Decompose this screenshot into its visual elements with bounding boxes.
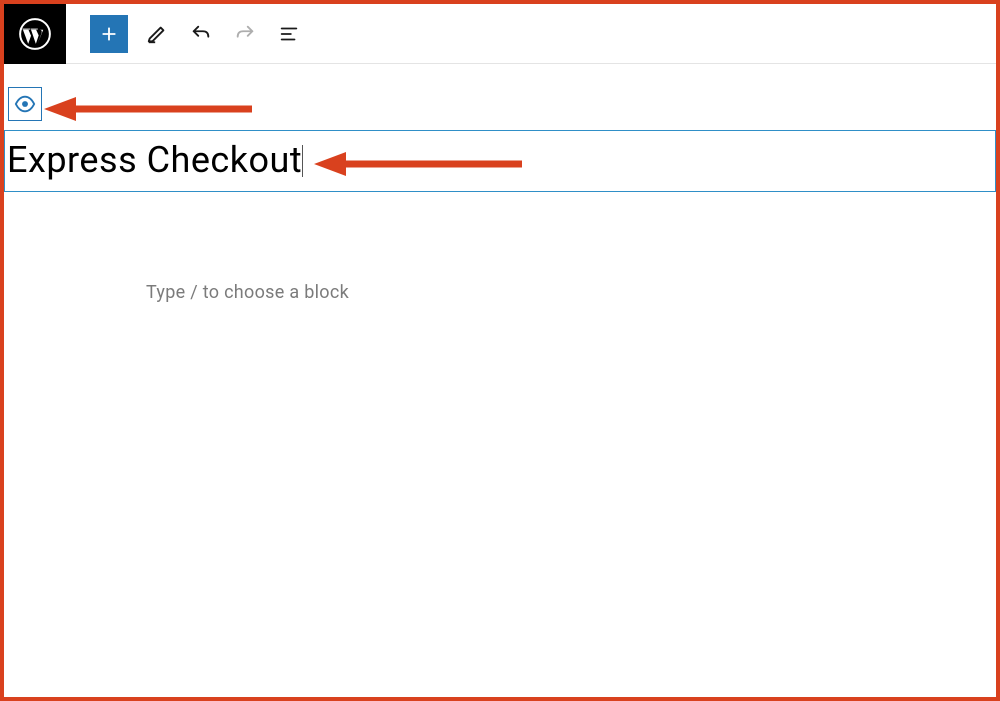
- tools-button[interactable]: [138, 15, 176, 53]
- outline-icon: [278, 23, 300, 45]
- block-placeholder: Type / to choose a block: [146, 282, 349, 303]
- content-area[interactable]: Type / to choose a block: [4, 192, 996, 303]
- plus-icon: [98, 23, 120, 45]
- add-block-button[interactable]: [90, 15, 128, 53]
- undo-icon: [190, 23, 212, 45]
- title-block[interactable]: Express Checkout: [4, 130, 996, 192]
- eye-icon: [14, 93, 36, 115]
- editor-frame: Express Checkout Type / to choose a bloc…: [0, 0, 1000, 701]
- redo-icon: [234, 23, 256, 45]
- undo-button[interactable]: [182, 15, 220, 53]
- redo-button[interactable]: [226, 15, 264, 53]
- visibility-row: [4, 84, 996, 124]
- pencil-icon: [146, 23, 168, 45]
- wordpress-logo-button[interactable]: [4, 4, 66, 64]
- wordpress-icon: [18, 17, 52, 51]
- top-toolbar: [4, 4, 996, 64]
- visibility-toggle[interactable]: [8, 87, 42, 121]
- toolbar-group: [66, 15, 314, 53]
- title-field[interactable]: Express Checkout: [7, 141, 302, 181]
- details-button[interactable]: [270, 15, 308, 53]
